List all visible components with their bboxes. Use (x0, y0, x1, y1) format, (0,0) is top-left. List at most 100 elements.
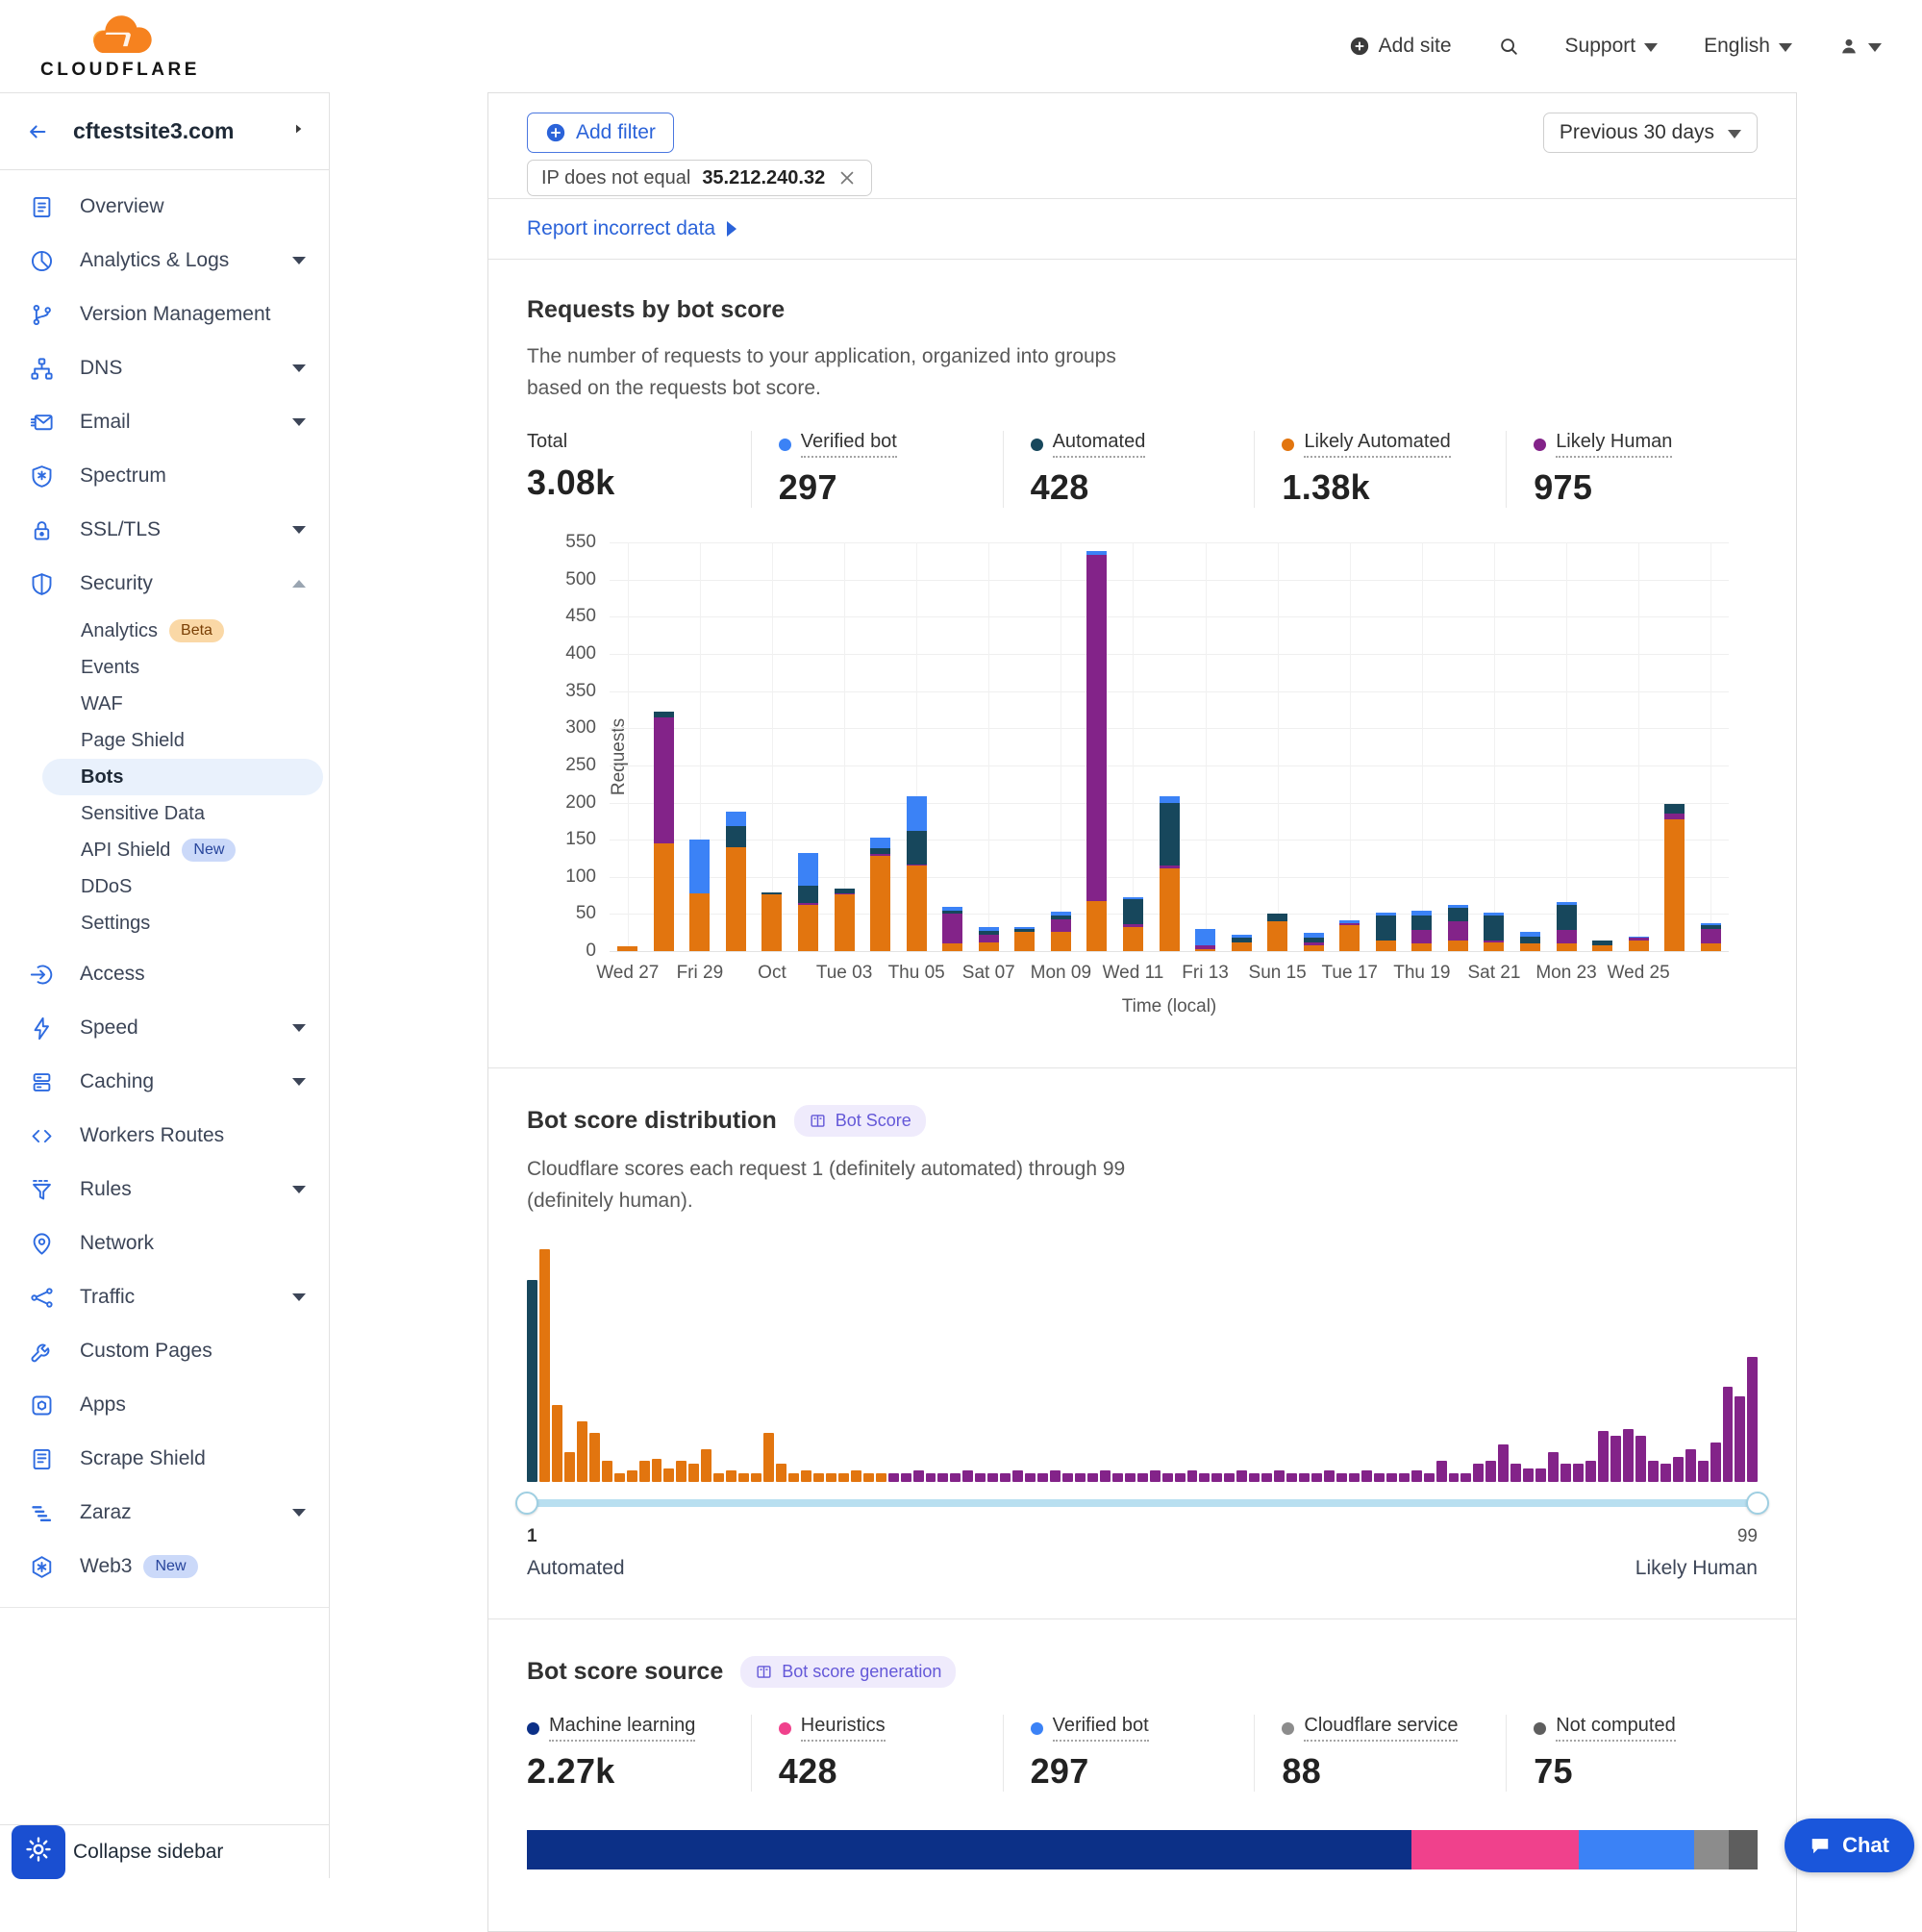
support-menu[interactable]: Support (1565, 35, 1659, 58)
sidebar-item-apps[interactable]: Apps (0, 1378, 329, 1432)
add-filter-button[interactable]: Add filter (527, 113, 674, 153)
date-range-button[interactable]: Previous 30 days (1543, 113, 1758, 153)
sidebar-item-waf[interactable]: WAF (0, 686, 329, 722)
report-link-label: Report incorrect data (527, 217, 715, 240)
chevron-down-icon[interactable] (292, 1509, 306, 1517)
sidebar-item-zaraz[interactable]: Zaraz (0, 1486, 329, 1540)
add-site-button[interactable]: Add site (1349, 35, 1452, 58)
sidebar-item-custom-pages[interactable]: Custom Pages (0, 1324, 329, 1378)
chart-bar (654, 712, 674, 951)
chat-button[interactable]: Chat (1785, 1819, 1914, 1872)
gridline-x (1566, 542, 1567, 951)
chevron-down-icon[interactable] (292, 1024, 306, 1032)
sidebar-item-page-shield[interactable]: Page Shield (0, 722, 329, 759)
account-menu[interactable] (1838, 36, 1882, 57)
sidebar-item-sensitive-data[interactable]: Sensitive Data (0, 795, 329, 832)
slider-handle-min[interactable] (515, 1492, 538, 1515)
chart-bar-segment-verified-bot (689, 840, 710, 893)
sidebar-item-analytics[interactable]: AnalyticsBeta (0, 613, 329, 649)
chevron-down-icon[interactable] (292, 526, 306, 534)
sidebar-item-web3[interactable]: Web3New (0, 1540, 329, 1593)
histogram-bar-score-43 (1050, 1470, 1061, 1482)
sidebar-item-events[interactable]: Events (0, 649, 329, 686)
sidebar-item-ddos[interactable]: DDoS (0, 868, 329, 905)
chevron-down-icon[interactable] (292, 1078, 306, 1086)
histogram-bar-score-72 (1411, 1470, 1422, 1482)
chart-bar-segment-likely-automated (654, 843, 674, 951)
chart-bar (1629, 937, 1649, 951)
gridline-y (610, 616, 1729, 617)
chart-bar-segment-likely-automated (1557, 943, 1577, 951)
histogram-bar-score-46 (1087, 1473, 1098, 1483)
bot-score-generation-badge[interactable]: Bot score generation (740, 1656, 956, 1688)
chevron-down-icon[interactable] (292, 1293, 306, 1301)
sidebar-item-network[interactable]: Network (0, 1217, 329, 1270)
histogram-bar-score-81 (1523, 1468, 1534, 1483)
collapse-sidebar-label[interactable]: Collapse sidebar (73, 1841, 223, 1864)
sidebar-item-speed[interactable]: Speed (0, 1001, 329, 1055)
spectrum-icon (29, 464, 55, 489)
histogram-bar-score-3 (552, 1405, 562, 1482)
x-tick-label: Oct (758, 963, 786, 984)
chart-bar-segment-likely-automated (1014, 932, 1035, 951)
sidebar-subitem-label: Analytics (81, 620, 158, 642)
chevron-down-icon[interactable] (292, 257, 306, 264)
sidebar-item-workers-routes[interactable]: Workers Routes (0, 1109, 329, 1163)
chart-bar-segment-likely-automated (1448, 941, 1468, 952)
search-button[interactable] (1498, 36, 1519, 57)
histogram-bar-score-60 (1261, 1473, 1272, 1483)
bot-score-badge[interactable]: Bot Score (794, 1105, 926, 1137)
sidebar-item-bots[interactable]: Bots (42, 759, 323, 795)
chevron-down-icon[interactable] (292, 418, 306, 426)
sidebar-item-label: Custom Pages (80, 1340, 212, 1363)
sidebar-item-label: Scrape Shield (80, 1447, 206, 1470)
chart-bar-segment-likely-human (979, 935, 999, 942)
sidebar-item-settings[interactable]: Settings (0, 905, 329, 941)
stat-heuristics: Heuristics428 (751, 1715, 1003, 1792)
stat-label: Cloudflare service (1304, 1715, 1458, 1742)
histogram-bar-score-13 (676, 1461, 686, 1482)
histogram-bar-score-59 (1249, 1473, 1260, 1483)
report-incorrect-data-link[interactable]: Report incorrect data (527, 217, 736, 240)
sidebar-item-spectrum[interactable]: Spectrum (0, 449, 329, 503)
back-arrow-icon[interactable] (27, 121, 48, 142)
y-tick-label: 250 (565, 755, 610, 776)
sidebar-item-version-management[interactable]: Version Management (0, 288, 329, 341)
sidebar-item-caching[interactable]: Caching (0, 1055, 329, 1109)
chart-bar (1304, 933, 1324, 951)
sidebar-item-ssl-tls[interactable]: SSL/TLS (0, 503, 329, 557)
histogram-bar-score-88 (1610, 1436, 1621, 1482)
sidebar-item-rules[interactable]: Rules (0, 1163, 329, 1217)
chart-bar (1232, 935, 1252, 951)
language-menu[interactable]: English (1704, 35, 1792, 58)
slider-handle-max[interactable] (1746, 1492, 1769, 1515)
histogram-bar-score-27 (851, 1470, 861, 1482)
sidebar-item-api-shield[interactable]: API ShieldNew (0, 832, 329, 868)
chart-bar-segment-likely-automated (1267, 921, 1287, 951)
chart-bar-segment-likely-automated (617, 946, 637, 951)
x-tick-label: Wed 27 (596, 963, 659, 984)
sidebar-item-dns[interactable]: DNS (0, 341, 329, 395)
slider-track[interactable] (527, 1499, 1758, 1507)
sidebar-item-security[interactable]: Security (0, 557, 329, 611)
histogram-bar-score-11 (652, 1459, 662, 1482)
sidebar-item-traffic[interactable]: Traffic (0, 1270, 329, 1324)
settings-gear-button[interactable] (12, 1825, 65, 1879)
sidebar-item-analytics-logs[interactable]: Analytics & Logs (0, 234, 329, 288)
chart-bar (761, 892, 782, 951)
chevron-up-icon[interactable] (292, 580, 306, 588)
version-management-icon (29, 302, 55, 328)
chart-bar-segment-likely-automated (1484, 942, 1504, 951)
chart-bar-segment-likely-human (1448, 921, 1468, 940)
sidebar-item-access[interactable]: Access (0, 947, 329, 1001)
sidebar-item-email[interactable]: Email (0, 395, 329, 449)
sidebar-item-overview[interactable]: Overview (0, 180, 329, 234)
sidebar-item-scrape-shield[interactable]: Scrape Shield (0, 1432, 329, 1486)
chevron-down-icon[interactable] (292, 364, 306, 372)
histogram-bar-score-18 (738, 1473, 749, 1483)
close-icon[interactable] (836, 167, 858, 188)
stat-value: 975 (1534, 467, 1758, 508)
site-expand-icon[interactable] (290, 121, 306, 141)
chevron-down-icon[interactable] (292, 1186, 306, 1193)
filter-chip[interactable]: IP does not equal 35.212.240.32 (527, 160, 872, 196)
